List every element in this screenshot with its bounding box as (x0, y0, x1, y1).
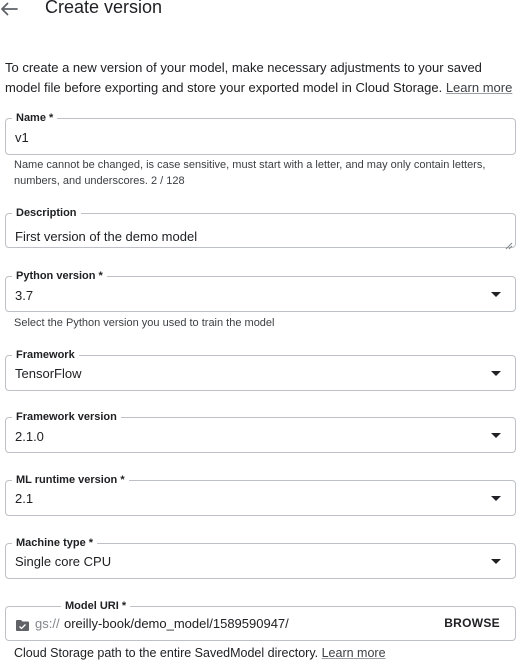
machine-type-label: Machine type * (12, 536, 98, 550)
name-field[interactable]: Name * v1 (5, 111, 516, 155)
name-hint: Name cannot be changed, is case sensitiv… (14, 159, 486, 187)
back-button[interactable] (0, 0, 22, 22)
page-title: Create version (45, 0, 163, 17)
framework-version-select[interactable]: Framework version 2.1.0 (5, 410, 516, 453)
python-version-label: Python version * (12, 269, 107, 283)
learn-more-link[interactable]: Learn more (446, 80, 512, 95)
arrow-drop-down-icon (491, 433, 501, 438)
python-version-hint: Select the Python version you used to tr… (14, 317, 275, 329)
description-input[interactable]: First version of the demo model (15, 229, 197, 244)
framework-version-value: 2.1.0 (15, 429, 44, 444)
ml-runtime-version-label: ML runtime version * (12, 473, 129, 487)
model-uri-field[interactable]: Model URI * gs:// oreilly-book/demo_mode… (5, 599, 516, 641)
description-label: Description (12, 206, 81, 220)
model-uri-input[interactable]: oreilly-book/demo_model/1589590947/ (64, 616, 289, 631)
intro-description: To create a new version of your model, m… (5, 60, 482, 95)
model-uri-label: Model URI * (61, 599, 131, 613)
python-version-select[interactable]: Python version * 3.7 (5, 269, 516, 312)
machine-type-select[interactable]: Machine type * Single core CPU (5, 536, 516, 579)
name-label: Name * (12, 111, 58, 125)
framework-value: TensorFlow (15, 366, 82, 381)
name-input[interactable]: v1 (15, 130, 29, 145)
arrow-drop-down-icon (491, 559, 501, 564)
python-version-value: 3.7 (15, 288, 34, 303)
intro-text: To create a new version of your model, m… (5, 58, 517, 98)
ml-runtime-version-value: 2.1 (15, 491, 34, 506)
arrow-drop-down-icon (491, 371, 501, 376)
arrow-drop-down-icon (491, 292, 501, 297)
folder-check-icon (16, 618, 29, 631)
framework-label: Framework (12, 348, 79, 362)
browse-button[interactable]: BROWSE (444, 616, 500, 630)
framework-select[interactable]: Framework TensorFlow (5, 348, 516, 391)
machine-type-value: Single core CPU (15, 554, 112, 569)
arrow-drop-down-icon (491, 496, 501, 501)
framework-version-label: Framework version (12, 410, 121, 424)
model-uri-hint: Cloud Storage path to the entire SavedMo… (14, 646, 386, 660)
description-field[interactable]: Description First version of the demo mo… (5, 206, 516, 250)
uri-prefix: gs:// (35, 616, 60, 631)
ml-runtime-version-select[interactable]: ML runtime version * 2.1 (5, 473, 516, 516)
page-header: Create version (0, 0, 519, 26)
model-uri-learn-more-link[interactable]: Learn more (322, 646, 386, 660)
resize-handle-icon[interactable] (505, 237, 513, 250)
model-uri-hint-text: Cloud Storage path to the entire SavedMo… (14, 646, 319, 660)
